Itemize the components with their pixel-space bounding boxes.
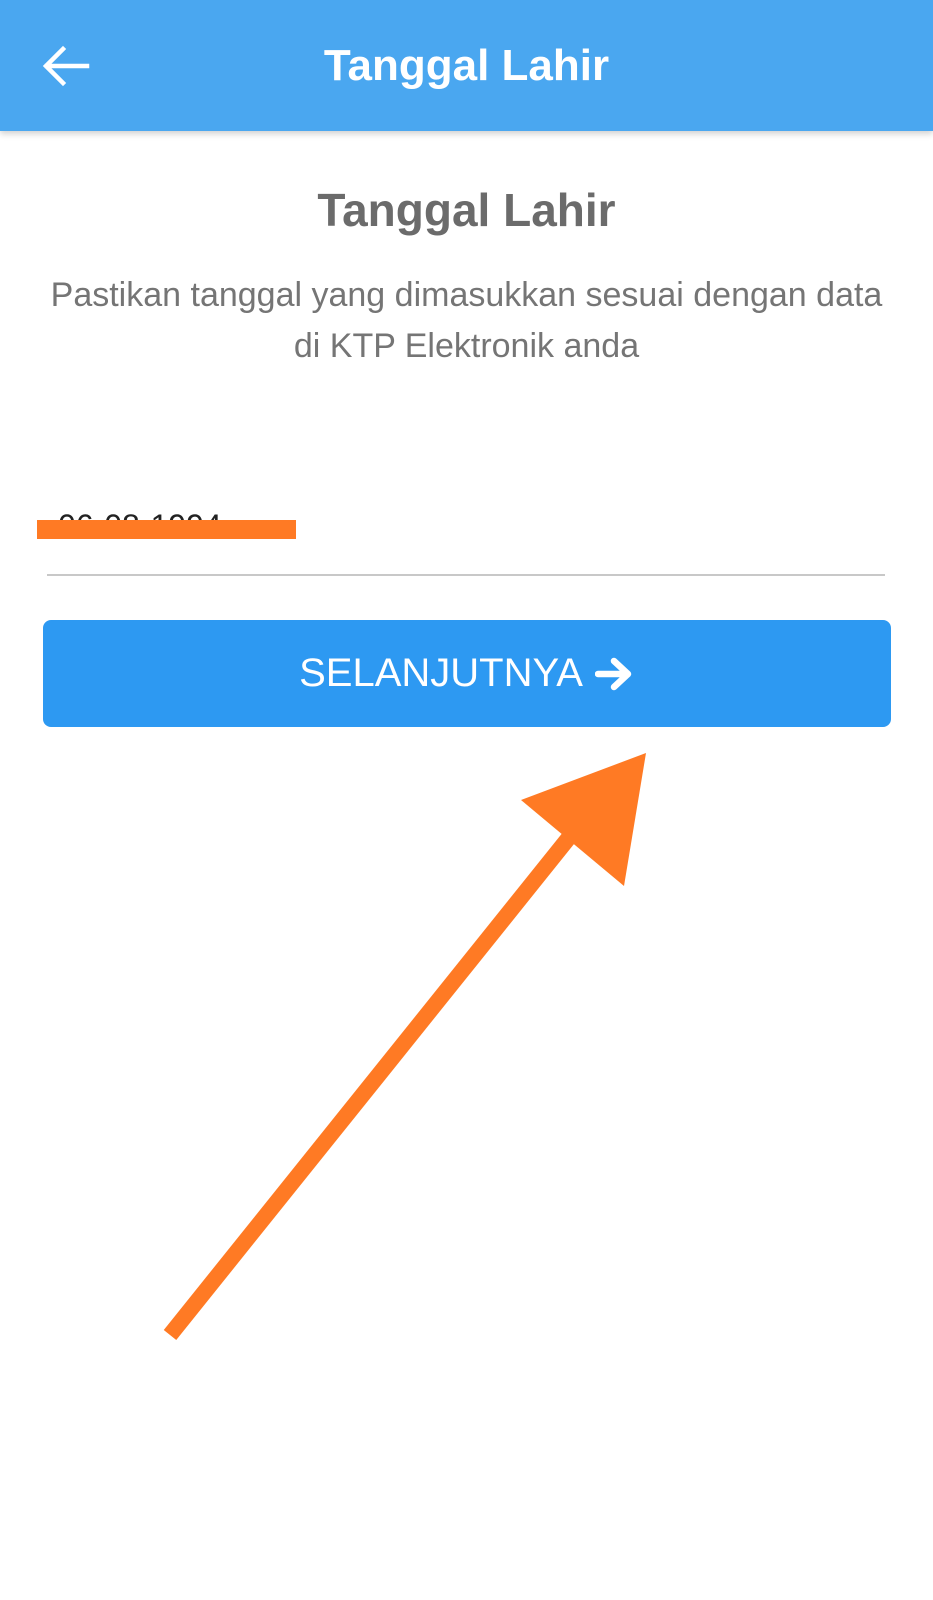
app-screen: Tanggal Lahir Tanggal Lahir Pastikan tan… (0, 0, 933, 1600)
page-description: Pastikan tanggal yang dimasukkan sesuai … (50, 276, 883, 365)
next-button-label: SELANJUTNYA (299, 651, 583, 695)
page-title: Tanggal Lahir (317, 184, 616, 236)
next-button[interactable]: SELANJUTNYA (43, 620, 891, 727)
redaction-mark (37, 520, 296, 539)
app-bar-title: Tanggal Lahir (323, 41, 610, 90)
back-button[interactable] (28, 28, 104, 104)
arrow-right-icon (594, 657, 632, 690)
arrow-left-icon (42, 45, 90, 87)
app-bar: Tanggal Lahir (0, 0, 933, 131)
annotation-arrow (163, 753, 646, 1341)
